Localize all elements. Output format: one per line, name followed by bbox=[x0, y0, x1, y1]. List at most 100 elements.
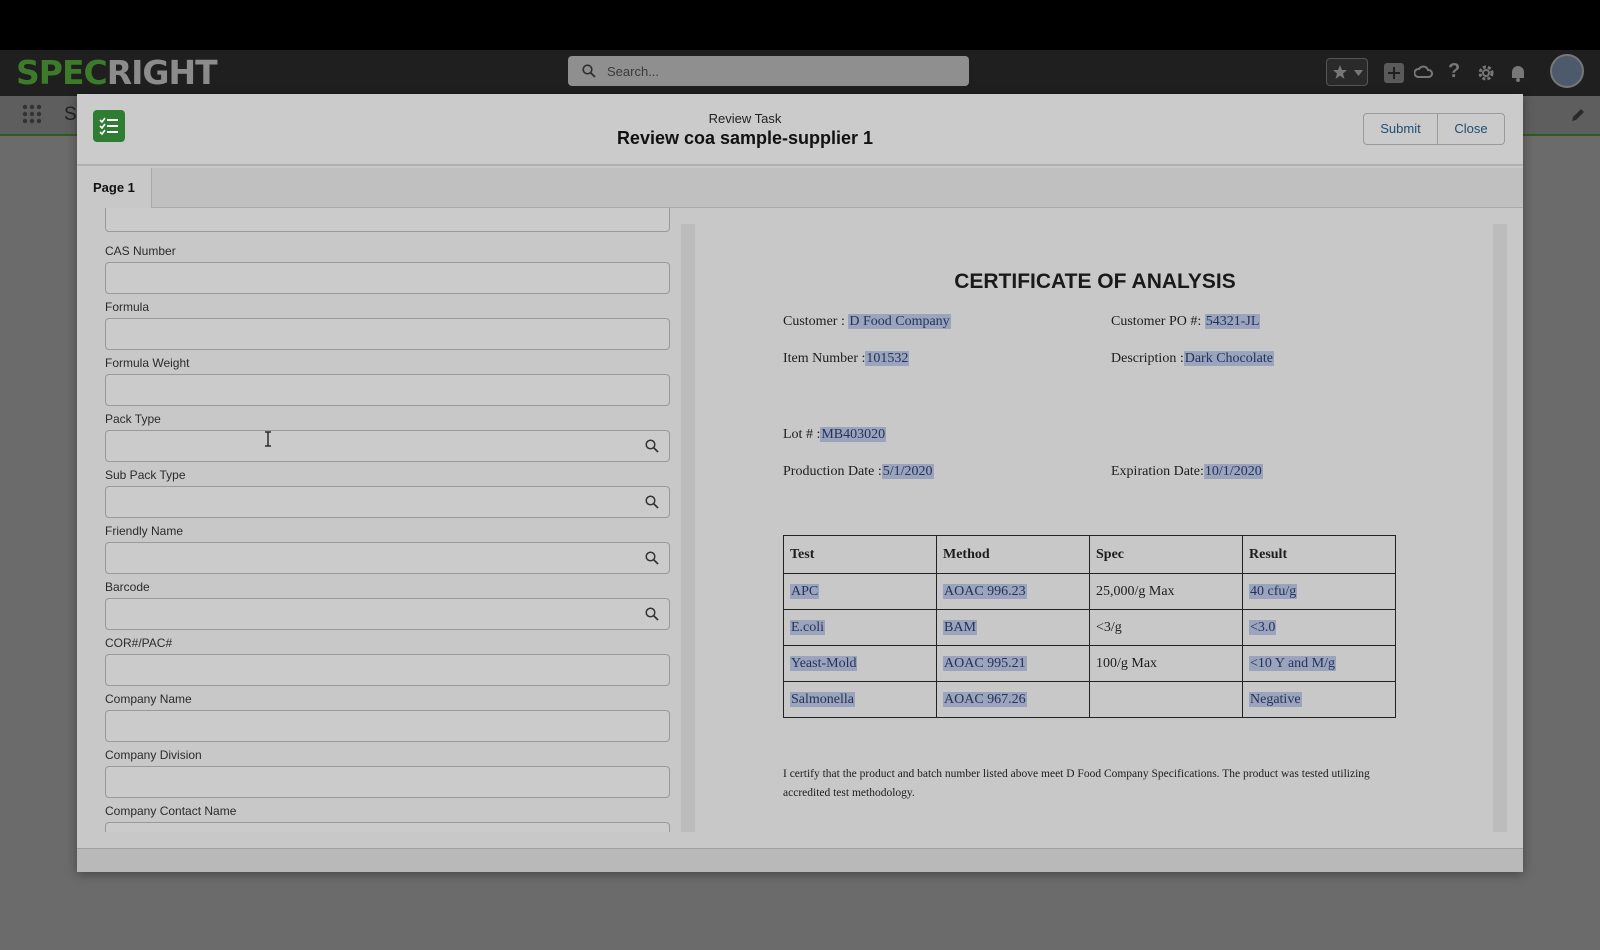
field-label: Friendly Name bbox=[105, 524, 184, 538]
certification-statement: I certify that the product and batch num… bbox=[783, 768, 1370, 799]
pack-type-lookup[interactable] bbox=[105, 430, 670, 462]
field-label: Barcode bbox=[105, 580, 150, 594]
formula-input[interactable] bbox=[105, 318, 670, 350]
po-value[interactable]: 54321-JL bbox=[1204, 314, 1261, 329]
cell-method-value[interactable]: AOAC 995.21 bbox=[943, 655, 1027, 671]
cell-test-value[interactable]: APC bbox=[790, 583, 820, 599]
table-header-row: Test Method Spec Result bbox=[783, 535, 1396, 574]
cas-number-input[interactable] bbox=[105, 262, 670, 294]
global-search-input[interactable]: Search... bbox=[568, 56, 969, 86]
window-top-bar bbox=[0, 0, 1600, 50]
cell-method: BAM bbox=[936, 609, 1090, 646]
search-icon[interactable] bbox=[645, 551, 659, 565]
add-icon[interactable] bbox=[1384, 63, 1404, 83]
po-line: Customer PO #: 54321-JL bbox=[1111, 314, 1261, 330]
field-label: CAS Number bbox=[105, 244, 176, 258]
cor-pac-input[interactable] bbox=[105, 654, 670, 686]
cell-method: AOAC 967.26 bbox=[936, 681, 1090, 718]
item-line: Item Number :101532 bbox=[783, 351, 910, 367]
lot-line: Lot # :MB403020 bbox=[783, 427, 887, 443]
sub-pack-type-lookup[interactable] bbox=[105, 486, 670, 518]
logo-right: RIGHT bbox=[106, 53, 218, 92]
friendly-name-lookup[interactable] bbox=[105, 542, 670, 574]
page-tabs: Page 1 bbox=[77, 168, 1523, 208]
app-name: S bbox=[64, 104, 77, 125]
barcode-lookup[interactable] bbox=[105, 598, 670, 630]
company-contact-name-input[interactable] bbox=[105, 822, 670, 832]
customer-line: Customer : D Food Company bbox=[783, 314, 951, 330]
field-label: Sub Pack Type bbox=[105, 468, 186, 482]
customer-label: Customer : bbox=[783, 314, 845, 329]
production-date-value[interactable]: 5/1/2020 bbox=[881, 464, 934, 479]
expiration-date-label: Expiration Date: bbox=[1111, 464, 1204, 479]
cell-result-value[interactable]: <10 Y and M/g bbox=[1249, 655, 1337, 671]
field-label: Formula Weight bbox=[105, 356, 190, 370]
cell-result-value[interactable]: <3.0 bbox=[1249, 619, 1277, 635]
logo-spec: SPEC bbox=[16, 53, 108, 92]
field-label: Formula bbox=[105, 300, 150, 314]
document-preview: CERTIFICATE OF ANALYSIS Customer : D Foo… bbox=[695, 224, 1507, 832]
cell-method-value[interactable]: AOAC 967.26 bbox=[943, 691, 1027, 707]
search-icon[interactable] bbox=[645, 607, 659, 621]
star-icon bbox=[1333, 65, 1347, 79]
cell-result-value[interactable]: Negative bbox=[1249, 691, 1302, 707]
document-title: CERTIFICATE OF ANALYSIS bbox=[954, 270, 1236, 293]
document-scrollbar[interactable] bbox=[1493, 224, 1507, 832]
lot-label: Lot # : bbox=[783, 427, 821, 442]
edit-nav-icon[interactable] bbox=[1571, 108, 1585, 122]
cell-test: E.coli bbox=[783, 609, 937, 646]
item-value[interactable]: 101532 bbox=[865, 351, 910, 366]
specright-logo[interactable]: SPECRIGHT bbox=[16, 53, 218, 92]
cell-test-value[interactable]: Yeast-Mold bbox=[790, 655, 858, 671]
bell-icon[interactable] bbox=[1508, 63, 1528, 83]
po-label: Customer PO #: bbox=[1111, 314, 1202, 329]
form-input-partial[interactable] bbox=[105, 208, 670, 232]
tab-page-1[interactable]: Page 1 bbox=[77, 168, 152, 208]
cell-result: <3.0 bbox=[1242, 609, 1396, 646]
app-launcher-icon[interactable] bbox=[22, 104, 42, 124]
field-label: COR#/PAC# bbox=[105, 636, 173, 650]
text-cursor-icon bbox=[265, 431, 271, 447]
chevron-down-icon bbox=[1354, 70, 1363, 76]
cell-method-value[interactable]: BAM bbox=[943, 619, 977, 635]
table-row: Yeast-Mold AOAC 995.21 100/g Max <10 Y a… bbox=[783, 645, 1396, 682]
expiration-date-line: Expiration Date:10/1/2020 bbox=[1111, 464, 1263, 480]
gear-icon[interactable] bbox=[1476, 63, 1496, 83]
cell-method-value[interactable]: AOAC 996.23 bbox=[943, 583, 1027, 599]
app-header: SPECRIGHT Search... ? bbox=[0, 50, 1600, 96]
cell-test-value[interactable]: Salmonella bbox=[790, 691, 855, 707]
cloud-icon[interactable] bbox=[1414, 63, 1434, 83]
cell-result: <10 Y and M/g bbox=[1242, 645, 1396, 682]
lot-value[interactable]: MB403020 bbox=[820, 427, 887, 442]
cell-test: Salmonella bbox=[783, 681, 937, 718]
field-label: Pack Type bbox=[105, 412, 161, 426]
company-name-input[interactable] bbox=[105, 710, 670, 742]
help-icon[interactable]: ? bbox=[1448, 60, 1460, 83]
form-scrollbar[interactable] bbox=[681, 224, 695, 832]
description-value[interactable]: Dark Chocolate bbox=[1183, 351, 1274, 366]
favorites-button[interactable] bbox=[1326, 58, 1368, 86]
search-icon[interactable] bbox=[645, 495, 659, 509]
avatar[interactable] bbox=[1550, 54, 1584, 88]
company-division-input[interactable] bbox=[105, 766, 670, 798]
cell-spec: <3/g bbox=[1089, 609, 1243, 646]
production-date-line: Production Date :5/1/2020 bbox=[783, 464, 934, 480]
item-label: Item Number : bbox=[783, 351, 866, 366]
search-icon[interactable] bbox=[645, 439, 659, 453]
cell-method: AOAC 996.23 bbox=[936, 573, 1090, 610]
formula-weight-input[interactable] bbox=[105, 374, 670, 406]
customer-value[interactable]: D Food Company bbox=[848, 314, 951, 329]
modal-header: Review Task Review coa sample-supplier 1… bbox=[77, 94, 1523, 166]
cell-spec bbox=[1089, 681, 1243, 718]
cell-result-value[interactable]: 40 cfu/g bbox=[1249, 583, 1298, 599]
modal-subtitle: Review Task bbox=[708, 111, 782, 126]
cell-test: APC bbox=[783, 573, 937, 610]
cell-test: Yeast-Mold bbox=[783, 645, 937, 682]
field-label: Company Contact Name bbox=[105, 804, 237, 818]
description-line: Description :Dark Chocolate bbox=[1111, 351, 1274, 367]
submit-button[interactable]: Submit bbox=[1363, 113, 1438, 145]
cell-test-value[interactable]: E.coli bbox=[790, 619, 826, 635]
expiration-date-value[interactable]: 10/1/2020 bbox=[1203, 464, 1263, 479]
close-button[interactable]: Close bbox=[1437, 113, 1505, 145]
table-row: Salmonella AOAC 967.26 Negative bbox=[783, 681, 1396, 718]
